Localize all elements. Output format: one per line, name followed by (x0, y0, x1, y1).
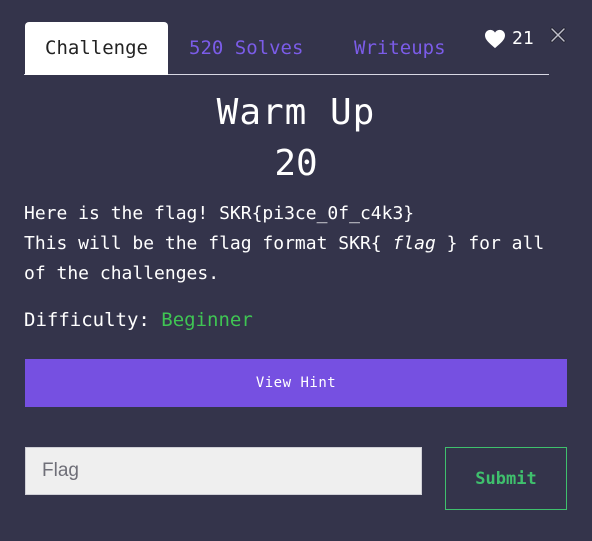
challenge-title: Warm Up (216, 92, 376, 133)
difficulty-value: Beginner (161, 309, 253, 331)
description-line: of the challenges. (24, 263, 220, 284)
challenge-tabs: Challenge 520 Solves Writeups (24, 22, 549, 75)
heart-icon (485, 29, 505, 48)
view-hint-button[interactable]: View Hint (25, 359, 567, 407)
difficulty-label: Difficulty: (24, 309, 150, 331)
tab-solves[interactable]: 520 Solves (189, 22, 303, 74)
description-line: This will be the flag format SKR{ flag }… (24, 229, 569, 259)
description-text: } for all (435, 233, 545, 254)
tab-writeups[interactable]: Writeups (354, 22, 446, 74)
tab-challenge[interactable]: Challenge (25, 22, 168, 75)
description-line: Here is the flag! SKR{pi3ce_0f_c4k3} (24, 203, 415, 224)
like-counter[interactable]: 21 (484, 28, 534, 49)
flag-input[interactable] (25, 447, 422, 495)
challenge-description: Here is the flag! SKR{pi3ce_0f_c4k3} Thi… (24, 199, 569, 289)
like-count: 21 (512, 28, 534, 49)
difficulty: Difficulty: Beginner (24, 309, 253, 331)
challenge-points: 20 (274, 143, 318, 184)
submit-button[interactable]: Submit (445, 447, 567, 510)
description-text: This will be the flag format SKR{ (24, 233, 393, 254)
close-icon[interactable] (549, 26, 567, 44)
description-emphasis: flag (392, 233, 436, 254)
